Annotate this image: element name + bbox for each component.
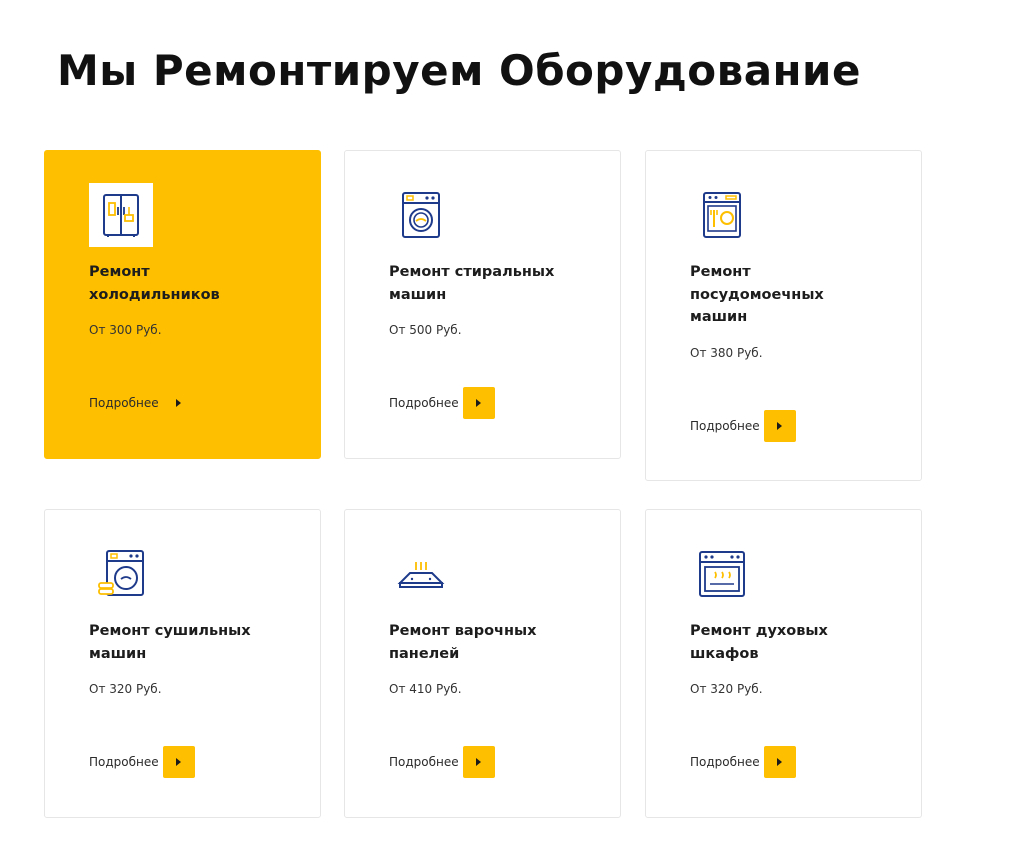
oven-icon <box>690 542 754 606</box>
card-price: От 380 Руб. <box>690 346 763 360</box>
more-label: Подробнее <box>690 419 760 433</box>
service-card-dryers[interactable]: Ремонт сушильных машин От 320 Руб. Подро… <box>44 509 321 818</box>
card-price: От 320 Руб. <box>690 682 763 696</box>
more-label: Подробнее <box>690 755 760 769</box>
more-label: Подробнее <box>89 396 159 410</box>
refrigerator-icon <box>89 183 153 247</box>
service-card-washing-machines[interactable]: Ремонт стиральных машин От 500 Руб. Подр… <box>344 150 621 459</box>
service-card-cooktops[interactable]: Ремонт варочных панелей От 410 Руб. Подр… <box>344 509 621 818</box>
service-card-ovens[interactable]: Ремонт духовых шкафов От 320 Руб. Подроб… <box>645 509 922 818</box>
card-title: Ремонт сушильных машин <box>89 623 251 662</box>
card-price: От 320 Руб. <box>89 682 162 696</box>
more-link[interactable]: Подробнее <box>690 746 796 778</box>
more-label: Подробнее <box>89 755 159 769</box>
card-price: От 500 Руб. <box>389 323 462 337</box>
more-label: Подробнее <box>389 755 459 769</box>
dishwasher-icon <box>690 183 754 247</box>
dryer-icon <box>89 542 153 606</box>
card-title: Ремонт холодильников <box>89 264 220 303</box>
card-title: Ремонт варочных панелей <box>389 623 537 662</box>
more-link[interactable]: Подробнее <box>89 746 195 778</box>
card-title: Ремонт духовых шкафов <box>690 623 828 662</box>
more-link[interactable]: Подробнее <box>389 387 495 419</box>
cooktop-icon <box>389 542 453 606</box>
arrow-right-icon[interactable] <box>462 387 495 419</box>
card-title: Ремонт стиральных машин <box>389 264 555 303</box>
washing-machine-icon <box>389 183 453 247</box>
arrow-right-icon[interactable] <box>163 387 195 419</box>
arrow-right-icon[interactable] <box>462 746 495 778</box>
more-link[interactable]: Подробнее <box>690 410 796 442</box>
service-card-dishwashers[interactable]: Ремонт посудомоечных машин От 380 Руб. П… <box>645 150 922 481</box>
service-card-refrigerators[interactable]: Ремонт холодильников От 300 Руб. Подробн… <box>44 150 321 459</box>
arrow-right-icon[interactable] <box>763 410 796 442</box>
page-title: Мы Ремонтируем Оборудование <box>57 46 861 95</box>
arrow-right-icon[interactable] <box>162 746 195 778</box>
more-link[interactable]: Подробнее <box>389 746 495 778</box>
card-price: От 410 Руб. <box>389 682 462 696</box>
more-label: Подробнее <box>389 396 459 410</box>
card-title: Ремонт посудомоечных машин <box>690 264 824 325</box>
more-link[interactable]: Подробнее <box>89 387 195 419</box>
card-price: От 300 Руб. <box>89 323 162 337</box>
arrow-right-icon[interactable] <box>763 746 796 778</box>
